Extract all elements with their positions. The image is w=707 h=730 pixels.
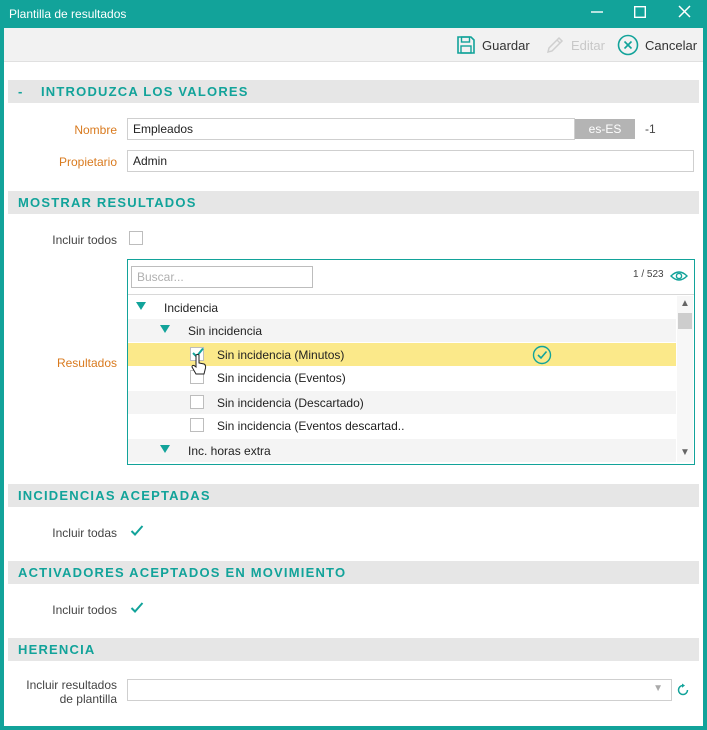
section-values-title: INTRODUZCA LOS VALORES	[41, 84, 249, 99]
tree-group-row[interactable]: Incidencia	[128, 296, 676, 319]
checkmark-icon	[130, 525, 144, 536]
section-inheritance-header: HERENCIA	[8, 638, 699, 661]
include-all-triggers-checkbox[interactable]	[129, 600, 144, 614]
tree-row-label: Inc. horas extra	[188, 444, 271, 458]
results-scrollbar[interactable]: ▲ ▼	[677, 296, 693, 462]
include-all-results-checkbox[interactable]	[129, 231, 143, 245]
section-accepted-incidences-title: INCIDENCIAS ACEPTADAS	[18, 488, 211, 503]
results-tree: Incidencia Sin incidencia Sin incidencia…	[128, 296, 676, 462]
results-label: Resultados	[56, 356, 117, 370]
tree-row-label: Sin incidencia (Descartado)	[217, 396, 364, 410]
checkmark-icon	[130, 602, 144, 613]
scroll-thumb[interactable]	[678, 313, 692, 329]
include-template-results-label-1: Incluir resultados	[26, 678, 117, 692]
panel-divider	[128, 294, 694, 295]
cancel-button[interactable]: Cancelar	[617, 34, 697, 56]
tree-item-row[interactable]: Sin incidencia (Eventos descartad..	[128, 414, 676, 437]
minimize-icon	[591, 11, 603, 13]
include-all-triggers-label: Incluir todos	[52, 603, 117, 617]
collapse-toggle[interactable]: -	[18, 84, 24, 99]
window-title: Plantilla de resultados	[9, 7, 127, 21]
include-template-results-label-2: de plantilla	[59, 692, 117, 706]
section-accepted-incidences-header: INCIDENCIAS ACEPTADAS	[8, 484, 699, 507]
tree-item-row-selected[interactable]: Sin incidencia (Minutos)	[128, 343, 676, 366]
close-icon	[677, 5, 691, 18]
scroll-up-arrow-icon[interactable]: ▲	[680, 298, 690, 309]
tree-row-label: Sin incidencia (Minutos)	[217, 348, 345, 362]
refresh-icon[interactable]	[676, 683, 690, 697]
toolbar: Guardar Editar Cancelar	[4, 28, 703, 62]
owner-input[interactable]: Admin	[127, 150, 694, 172]
window-titlebar: Plantilla de resultados	[0, 0, 707, 28]
maximize-icon	[633, 5, 647, 19]
results-search-input[interactable]: Buscar...	[131, 266, 313, 288]
cancel-circle-icon	[617, 34, 639, 56]
expand-triangle-icon[interactable]	[160, 325, 170, 333]
tree-row-checkbox[interactable]	[190, 395, 204, 409]
include-all-results-label: Incluir todos	[52, 233, 117, 247]
name-input[interactable]: Empleados	[127, 118, 575, 140]
include-all-incidences-label: Incluir todas	[52, 526, 117, 540]
hand-cursor-icon	[191, 354, 207, 375]
tree-row-label: Sin incidencia (Eventos descartad..	[217, 419, 405, 433]
save-label: Guardar	[482, 37, 530, 53]
name-label: Nombre	[74, 123, 117, 137]
scroll-down-arrow-icon[interactable]: ▼	[680, 447, 690, 458]
name-suffix: -1	[645, 122, 656, 136]
include-all-incidences-checkbox[interactable]	[129, 523, 144, 537]
section-show-results-header: MOSTRAR RESULTADOS	[8, 191, 699, 214]
template-results-select[interactable]: ▼	[127, 679, 672, 701]
language-badge[interactable]: es-ES	[575, 119, 635, 139]
close-window-button[interactable]	[662, 0, 706, 28]
owner-label: Propietario	[58, 155, 117, 169]
tree-row-label: Sin incidencia	[188, 324, 263, 338]
check-circle-icon	[532, 345, 552, 365]
section-show-results-title: MOSTRAR RESULTADOS	[18, 195, 197, 210]
edit-label: Editar	[571, 37, 605, 53]
tree-row-checkbox[interactable]	[190, 418, 204, 432]
maximize-button[interactable]	[618, 0, 662, 28]
tree-item-row[interactable]: Sin incidencia (Eventos)	[128, 366, 676, 389]
eye-icon[interactable]	[670, 269, 688, 283]
tree-row-label: Incidencia	[164, 301, 219, 315]
tree-item-row[interactable]: Sin incidencia (Descartado)	[128, 391, 676, 414]
section-accepted-triggers-header: ACTIVADORES ACEPTADOS EN MOVIMIENTO	[8, 561, 699, 584]
tree-group-row[interactable]: Inc. horas extra	[128, 439, 676, 462]
save-icon	[457, 36, 475, 54]
minimize-button[interactable]	[575, 0, 619, 28]
pencil-icon	[546, 36, 564, 54]
results-count: 1 / 523	[633, 269, 664, 280]
dialog-body: Guardar Editar Cancelar - INTRODUZCA LOS…	[4, 28, 703, 726]
edit-button[interactable]: Editar	[545, 34, 605, 56]
dropdown-arrow-icon[interactable]: ▼	[653, 683, 663, 694]
section-values-header[interactable]: - INTRODUZCA LOS VALORES	[8, 80, 699, 103]
expand-triangle-icon[interactable]	[160, 445, 170, 453]
cancel-label: Cancelar	[645, 37, 698, 53]
tree-row-label: Sin incidencia (Eventos)	[217, 371, 346, 385]
results-panel: Buscar... 1 / 523 Incidencia Sin inciden…	[127, 259, 695, 465]
section-inheritance-title: HERENCIA	[18, 642, 96, 657]
tree-group-row[interactable]: Sin incidencia	[128, 319, 676, 342]
section-accepted-triggers-title: ACTIVADORES ACEPTADOS EN MOVIMIENTO	[18, 565, 347, 580]
expand-triangle-icon[interactable]	[136, 302, 146, 310]
save-button[interactable]: Guardar	[456, 34, 530, 56]
